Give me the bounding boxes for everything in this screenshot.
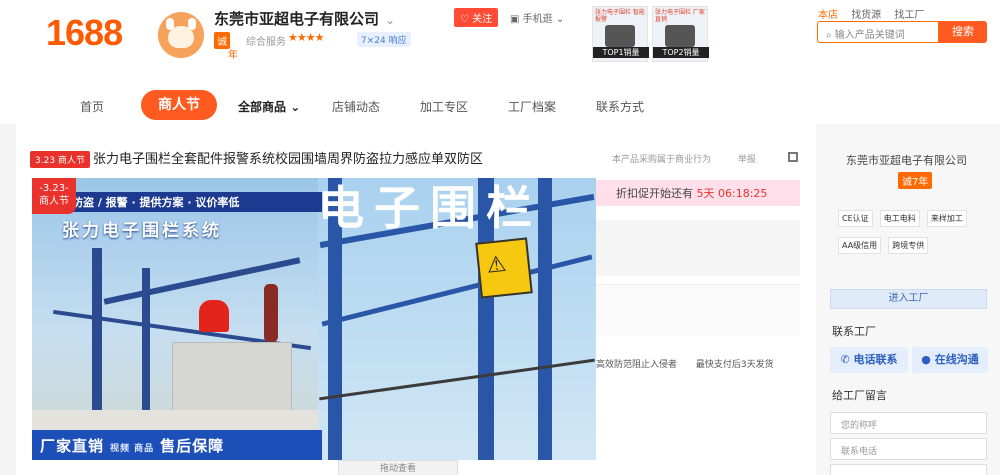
festival-badge-text: 商人节 <box>39 196 69 207</box>
service-stars: ★★★★ <box>288 31 324 44</box>
cert-tags: CE认证 电工电料 来样加工 AA级信用 跨境专供 <box>838 206 988 260</box>
years-label: 年 <box>228 50 238 61</box>
follow-label: 关注 <box>472 14 493 25</box>
banner-promo-title: 张力电子围栏系统 <box>62 221 222 241</box>
search-button[interactable]: 搜索 <box>939 21 987 43</box>
phone-icon: ✆ <box>840 353 850 366</box>
nav-all-products[interactable]: 全部商品 ⌄ <box>238 98 300 115</box>
phone-contact-label: 电话联系 <box>853 353 898 366</box>
sidebar-company-name[interactable]: 东莞市亚超电子有限公司 <box>846 152 967 168</box>
tab-this-store[interactable]: 本店 <box>818 10 838 21</box>
cert-tag: CE认证 <box>838 210 873 227</box>
company-name-text: 东莞市亚超电子有限公司 <box>214 10 380 28</box>
store-avatar[interactable] <box>158 12 204 58</box>
phone-input[interactable]: 联系电话 <box>830 438 987 460</box>
chat-icon: ● <box>921 353 931 366</box>
banner-direct-sale: 厂家直销 <box>40 437 105 455</box>
nav-home[interactable]: 首页 <box>80 98 104 115</box>
insulator <box>264 284 278 342</box>
cert-tag: AA级信用 <box>838 237 882 254</box>
mobile-label: 手机逛 <box>522 14 553 25</box>
ad-product-image <box>665 25 695 47</box>
warning-icon: ⚠ <box>485 251 508 279</box>
nav-store-news[interactable]: 店铺动态 <box>332 98 380 115</box>
store-nav: 首页 商人节 全部商品 ⌄ 店铺动态 加工专区 工厂档案 联系方式 <box>0 86 1000 124</box>
festival-tag: 3.23 商人节 <box>30 151 90 168</box>
feature-list: 高效防范阻止入侵者 最快支付后3天发货 <box>596 357 790 370</box>
nav-contact[interactable]: 联系方式 <box>596 98 644 115</box>
feature-item: 最快支付后3天发货 <box>695 360 774 370</box>
nav-festival[interactable]: 商人节 <box>141 90 217 120</box>
contact-heading: 联系工厂 <box>832 325 876 338</box>
banner-bottom-bar: 厂家直销 视频 商品 售后保障 <box>32 430 322 460</box>
ad-caption: 张力电子围栏 智能报警 <box>595 9 645 23</box>
tab-find-factory[interactable]: 找工厂 <box>894 10 924 21</box>
countdown-label: 折扣促开始还有 <box>616 187 693 200</box>
tab-find-supply[interactable]: 找货源 <box>851 10 881 21</box>
mobile-browse-link[interactable]: ▣ 手机逛 ⌄ <box>510 10 564 25</box>
search-icon: ⌕ <box>826 30 832 41</box>
price-panel <box>596 220 800 276</box>
drag-view-tab[interactable]: 拖动查看 <box>338 460 458 475</box>
festival-badge-date: -3.23- <box>39 183 69 194</box>
search-placeholder: 输入产品关键词 <box>834 30 905 41</box>
report-note: 本产品采购属于商业行为 <box>612 155 712 165</box>
name-input[interactable]: 您的称呼 <box>830 412 987 434</box>
cert-tag: 电工电料 <box>879 210 920 227</box>
countdown-time: 5天 06:18:25 <box>696 187 768 200</box>
warning-sign: ⚠ <box>475 237 533 299</box>
site-logo[interactable]: 1688 <box>46 12 123 54</box>
online-chat-label: 在线沟通 <box>934 353 979 366</box>
message-form-heading: 给工厂留言 <box>832 389 887 402</box>
ad-rank-label: TOP1销量 <box>593 47 649 58</box>
report-link[interactable]: 举报 <box>738 155 756 165</box>
banner-big-text: 电子围栏 <box>318 181 542 235</box>
promo-countdown: 折扣促开始还有 5天 06:18:25 <box>596 180 800 206</box>
ad-thumbnail-1[interactable]: 张力电子围栏 智能报警 TOP1销量 <box>592 6 649 62</box>
company-name[interactable]: 东莞市亚超电子有限公司 ⌄ <box>214 8 395 29</box>
ad-thumbnail-2[interactable]: 张力电子围栏 厂家直销 TOP2销量 <box>652 6 709 62</box>
product-actions: 本产品采购属于商业行为 举报 <box>612 152 756 165</box>
follow-button[interactable]: ♡ 关注 <box>454 8 499 27</box>
chevron-down-icon[interactable]: ⌄ <box>385 13 395 27</box>
alarm-lamp <box>199 300 229 332</box>
spec-panel <box>596 284 800 336</box>
message-input[interactable] <box>830 464 987 475</box>
avatar-face <box>168 26 194 48</box>
service-rating-label: 综合服务 <box>246 37 286 48</box>
sidebar-years-badge: 诚7年 <box>898 172 933 189</box>
product-main-image[interactable]: 电子围栏 ⚠ 防盗 / 报警 · 提供方案 · 议价率低 张力电子围栏系统 -3… <box>32 178 596 460</box>
nav-factory[interactable]: 工厂档案 <box>508 98 556 115</box>
media-toggle[interactable]: 视频 商品 <box>110 444 154 454</box>
ad-product-image <box>605 25 635 47</box>
tension-wire <box>319 358 595 401</box>
online-chat-button[interactable]: ● 在线沟通 <box>912 347 988 373</box>
response-badge: 7×24 响应 <box>357 32 411 47</box>
search-input[interactable]: ⌕ 输入产品关键词 <box>817 21 939 43</box>
festival-badge: -3.23- 商人节 <box>32 178 76 214</box>
qr-code-icon[interactable] <box>788 152 798 162</box>
product-title: 张力电子围栏全套配件报警系统校园围墙周界防盗拉力感应单双防区 <box>93 152 484 167</box>
cert-tag: 来样加工 <box>926 210 967 227</box>
feature-item: 高效防范阻止入侵者 <box>596 360 678 370</box>
search-scope-tabs: 本店 找货源 找工厂 <box>818 6 934 21</box>
phone-contact-button[interactable]: ✆ 电话联系 <box>830 347 908 373</box>
store-header: 1688 东莞市亚超电子有限公司 ⌄ 诚 年 综合服务 ★★★★ 7×24 响应 … <box>0 0 1000 80</box>
cert-tag: 跨境专供 <box>888 237 929 254</box>
enter-factory-button[interactable]: 进入工厂 <box>830 289 987 309</box>
nav-all-products-label: 全部商品 <box>238 100 287 114</box>
ad-caption: 张力电子围栏 厂家直销 <box>655 9 705 23</box>
chevron-down-icon: ⌄ <box>290 100 301 114</box>
ad-rank-label: TOP2销量 <box>653 47 709 58</box>
nav-custom[interactable]: 加工专区 <box>420 98 468 115</box>
banner-after-sale: 售后保障 <box>160 437 225 455</box>
